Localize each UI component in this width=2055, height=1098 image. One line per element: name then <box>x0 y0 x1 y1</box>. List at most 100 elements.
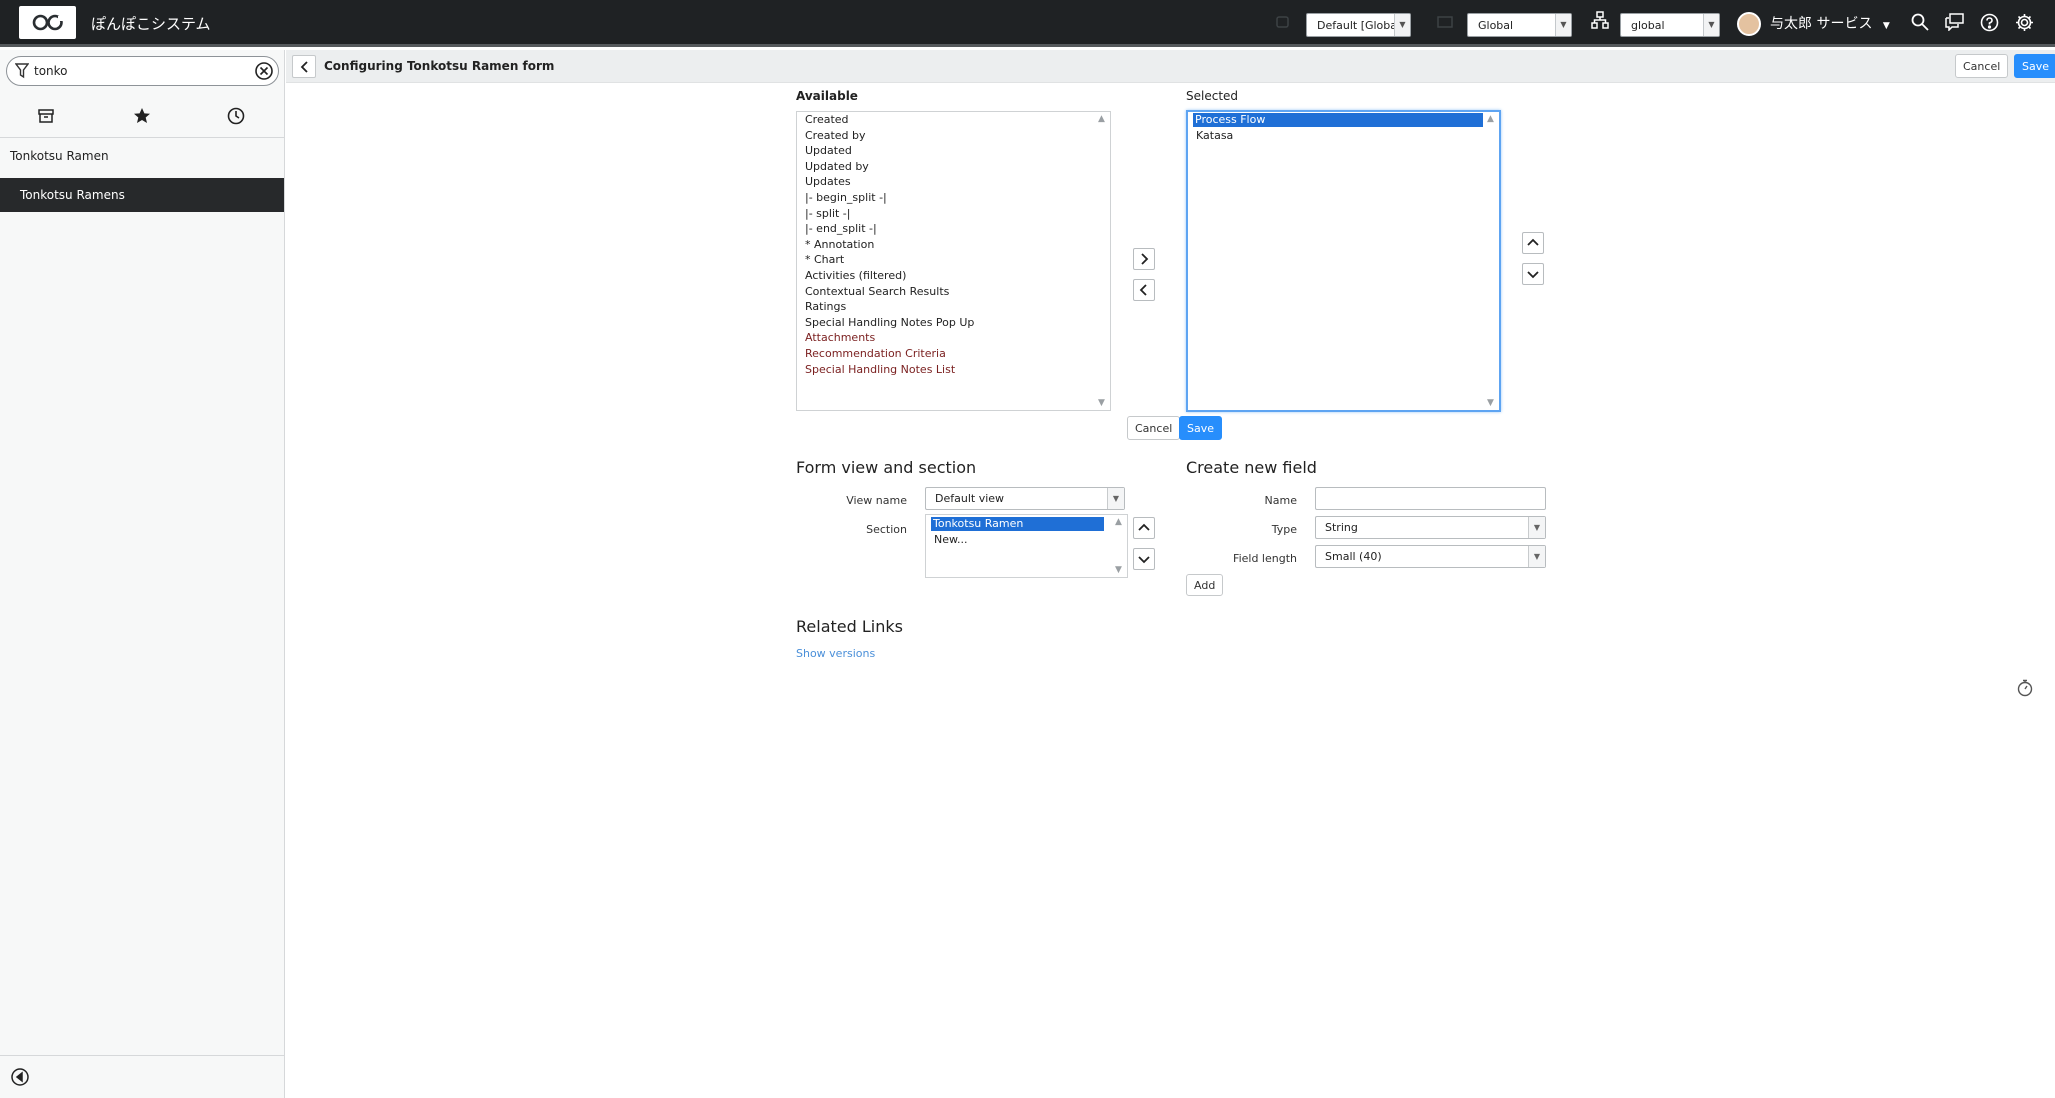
type-select[interactable]: String ▼ <box>1315 516 1546 539</box>
favorites-star-icon[interactable] <box>132 106 154 128</box>
name-label: Name <box>1264 494 1297 507</box>
chevron-right-icon <box>1141 253 1149 265</box>
chevron-left-icon <box>300 61 308 73</box>
field-length-label: Field length <box>1233 552 1297 565</box>
move-up-button[interactable] <box>1522 232 1544 254</box>
list-option[interactable]: * Annotation <box>805 238 874 252</box>
chevron-down-icon: ▼ <box>1528 517 1545 538</box>
form-view-heading: Form view and section <box>796 458 977 477</box>
scroll-up-icon[interactable]: ▲ <box>1487 114 1494 124</box>
servicenow-logo-icon <box>32 14 64 31</box>
remove-from-selected-button[interactable] <box>1133 279 1155 301</box>
update-set-icon[interactable] <box>1276 15 1290 33</box>
divider <box>0 1055 284 1056</box>
domain-value: global <box>1631 19 1665 32</box>
list-option[interactable]: |- begin_split -| <box>805 191 887 205</box>
view-name-value: Default view <box>935 492 1005 505</box>
domain-select[interactable]: global ▼ <box>1620 13 1720 37</box>
chevron-left-icon <box>1139 284 1147 296</box>
list-option[interactable]: Updated <box>805 144 852 158</box>
navigator-filter-input[interactable] <box>34 62 254 80</box>
filter-icon <box>14 63 30 82</box>
field-length-select[interactable]: Small (40) ▼ <box>1315 545 1546 568</box>
collapse-navigator-icon[interactable] <box>10 1067 30 1090</box>
chevron-up-icon <box>1138 523 1150 531</box>
selected-fields-list[interactable]: ▲ ▼ Process Flow Katasa <box>1186 110 1501 412</box>
user-name: 与太郎 サービス <box>1770 16 1873 32</box>
list-option[interactable]: Recommendation Criteria <box>805 347 946 361</box>
list-option[interactable]: Created by <box>805 129 866 143</box>
timer-icon[interactable] <box>2016 679 2034 700</box>
logo[interactable] <box>19 6 76 39</box>
list-option[interactable]: Ratings <box>805 300 846 314</box>
form-header: Configuring Tonkotsu Ramen form Cancel S… <box>286 50 2055 83</box>
view-name-select[interactable]: Default view ▼ <box>925 487 1125 510</box>
list-option[interactable]: * Chart <box>805 253 844 267</box>
list-option[interactable]: Attachments <box>805 331 875 345</box>
list-option[interactable]: Katasa <box>1196 129 1233 143</box>
related-links-heading: Related Links <box>796 617 903 636</box>
navigator-filter <box>6 56 279 86</box>
history-clock-icon[interactable] <box>226 106 248 128</box>
section-move-down-button[interactable] <box>1133 548 1155 570</box>
scroll-down-icon[interactable]: ▼ <box>1098 398 1105 408</box>
type-value: String <box>1325 521 1358 534</box>
scrollbar[interactable]: ▲ ▼ <box>1096 112 1110 410</box>
header-save-button[interactable]: Save <box>2014 54 2055 78</box>
available-fields-list[interactable]: ▲ ▼ Created Created by Updated Updated by Up… <box>796 111 1111 411</box>
all-applications-icon[interactable] <box>36 106 58 128</box>
nav-item-tonkotsu-ramens[interactable]: Tonkotsu Ramens <box>0 178 284 212</box>
show-versions-link[interactable]: Show versions <box>796 647 875 660</box>
list-option[interactable]: Created <box>805 113 849 127</box>
chevron-down-icon <box>1138 556 1150 564</box>
application-scope-select[interactable]: Global ▼ <box>1467 13 1572 37</box>
list-option[interactable]: Updated by <box>805 160 869 174</box>
header-cancel-button[interactable]: Cancel <box>1955 54 2009 78</box>
list-option[interactable]: |- end_split -| <box>805 222 877 236</box>
domain-tree-icon[interactable] <box>1591 11 1609 32</box>
scroll-up-icon[interactable]: ▲ <box>1115 517 1122 527</box>
chat-icon[interactable] <box>1945 13 1964 34</box>
slushbucket-cancel-button[interactable]: Cancel <box>1127 416 1181 440</box>
list-option[interactable]: Contextual Search Results <box>805 285 949 299</box>
add-field-button[interactable]: Add <box>1186 574 1224 596</box>
top-navigation-bar: ぽんぽこシステム Default [Global] ▼ Global ▼ glo… <box>0 0 2055 47</box>
list-option[interactable]: |- split -| <box>805 207 850 221</box>
nav-module-tonkotsu-ramen[interactable]: Tonkotsu Ramen <box>10 149 109 163</box>
section-move-up-button[interactable] <box>1133 517 1155 539</box>
chevron-up-icon <box>1527 238 1539 246</box>
list-option[interactable]: Updates <box>805 175 851 189</box>
name-field[interactable] <box>1315 487 1546 510</box>
move-down-button[interactable] <box>1522 263 1544 285</box>
create-field-heading: Create new field <box>1186 458 1317 477</box>
user-menu[interactable]: 与太郎 サービス ▼ <box>1770 13 1890 33</box>
application-scope-icon[interactable] <box>1437 15 1453 33</box>
search-icon[interactable] <box>1911 13 1929 34</box>
clear-filter-icon[interactable] <box>254 61 274 81</box>
gear-icon[interactable] <box>2015 13 2034 35</box>
caret-down-icon: ▼ <box>1882 21 1890 31</box>
navigator-tabs <box>0 94 284 138</box>
field-length-value: Small (40) <box>1325 550 1382 563</box>
view-name-label: View name <box>846 494 907 507</box>
chevron-down-icon: ▼ <box>1528 546 1545 567</box>
avatar[interactable] <box>1737 12 1761 36</box>
scrollbar[interactable]: ▲ ▼ <box>1485 112 1499 410</box>
list-option[interactable]: New... <box>934 533 967 547</box>
available-label: Available <box>796 89 858 103</box>
back-button[interactable] <box>292 55 316 78</box>
help-icon[interactable] <box>1980 13 1999 35</box>
update-set-select[interactable]: Default [Global] ▼ <box>1306 13 1411 37</box>
slushbucket-save-button[interactable]: Save <box>1179 416 1223 440</box>
section-list[interactable]: ▲ ▼ Tonkotsu Ramen New... <box>925 514 1128 578</box>
list-option[interactable]: Activities (filtered) <box>805 269 906 283</box>
list-option[interactable]: Special Handling Notes Pop Up <box>805 316 974 330</box>
list-option[interactable]: Tonkotsu Ramen <box>931 517 1104 531</box>
scroll-up-icon[interactable]: ▲ <box>1098 114 1105 124</box>
add-to-selected-button[interactable] <box>1133 248 1155 270</box>
list-option[interactable]: Special Handling Notes List <box>805 363 955 377</box>
scroll-down-icon[interactable]: ▼ <box>1487 398 1494 408</box>
scrollbar[interactable]: ▲ ▼ <box>1113 515 1127 577</box>
list-option[interactable]: Process Flow <box>1193 113 1483 127</box>
scroll-down-icon[interactable]: ▼ <box>1115 565 1122 575</box>
